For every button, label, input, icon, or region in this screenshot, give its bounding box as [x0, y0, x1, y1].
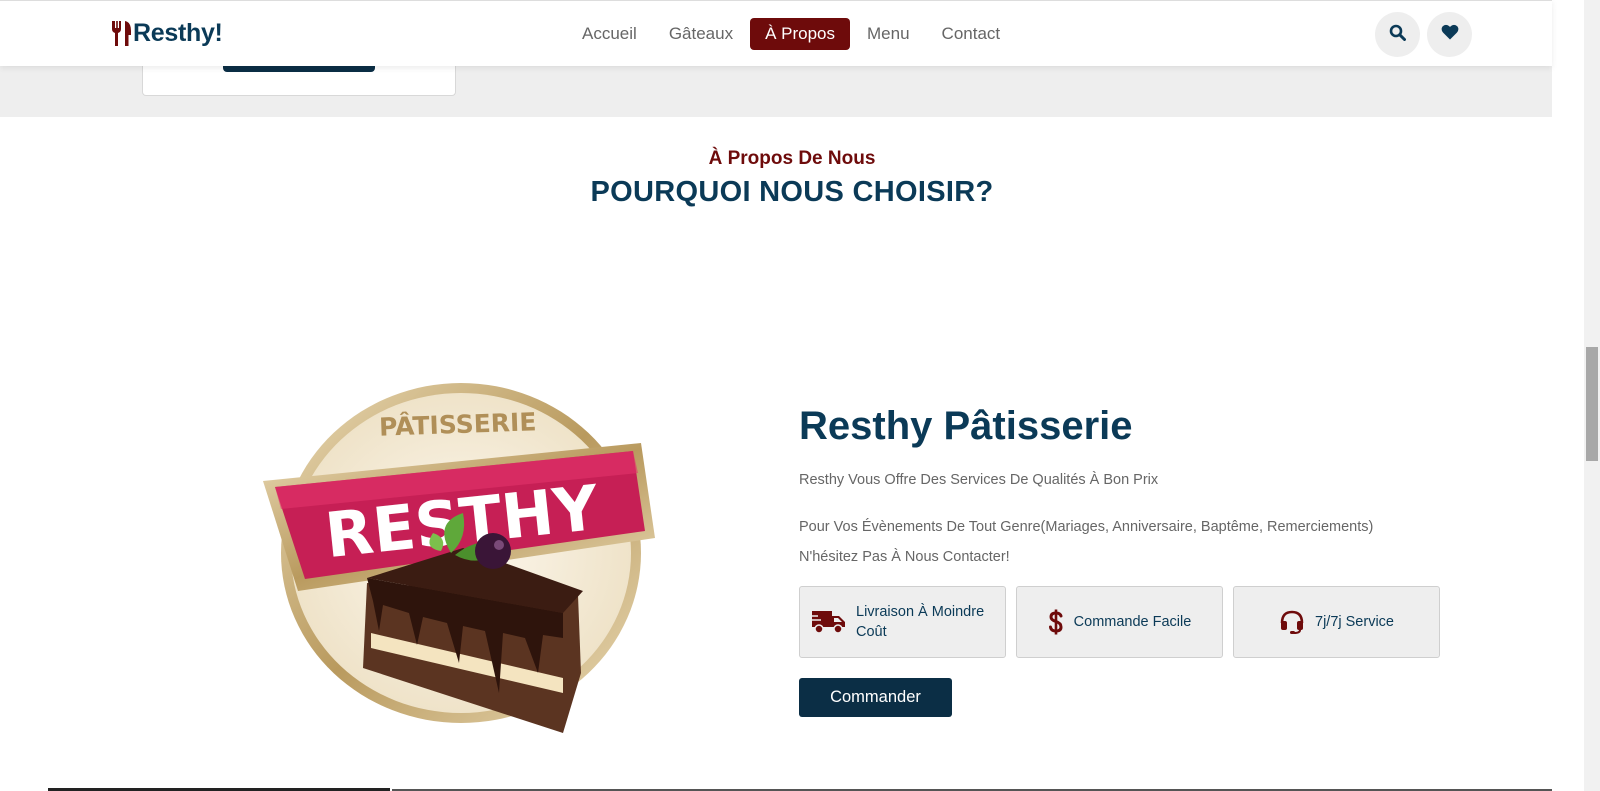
nav-item-accueil[interactable]: Accueil: [574, 18, 652, 50]
patisserie-logo-image: PÂTISSERIE RESTHY: [263, 373, 658, 733]
about-paragraph-2-line-1: Pour Vos Évènements De Tout Genre(Mariag…: [799, 519, 1374, 535]
order-button[interactable]: Commander: [799, 678, 952, 717]
feature-easy-order: Commande Facile: [1016, 586, 1223, 658]
about-title: Resthy Pâtisserie: [799, 404, 1133, 448]
heart-icon: [1441, 24, 1459, 45]
feature-delivery: Livraison À Moindre Coût: [799, 586, 1006, 658]
nav-item-menu[interactable]: Menu: [852, 18, 925, 50]
about-paragraph-2-line-2: N'hésitez Pas À Nous Contacter!: [799, 549, 1010, 565]
nav-item-contact[interactable]: Contact: [927, 18, 1016, 50]
logo-text-patisserie: PÂTISSERIE: [379, 407, 537, 441]
about-paragraph-2: Pour Vos Évènements De Tout Genre(Mariag…: [799, 512, 1419, 572]
main-nav: Accueil Gâteaux À Propos Menu Contact: [574, 18, 1017, 50]
page-scrollbar[interactable]: [1584, 0, 1600, 791]
feature-service: 7j/7j Service: [1233, 586, 1440, 658]
headset-icon: [1279, 609, 1305, 635]
section-subtitle: À Propos De Nous: [708, 148, 876, 169]
dollar-icon: [1048, 609, 1064, 635]
nav-item-a-propos[interactable]: À Propos: [750, 18, 851, 50]
search-button[interactable]: [1375, 12, 1420, 57]
feature-label: Livraison À Moindre Coût: [856, 604, 985, 640]
favorites-button[interactable]: [1427, 12, 1472, 57]
brand-name: Resthy!: [133, 19, 223, 47]
nav-item-gateaux[interactable]: Gâteaux: [654, 18, 748, 50]
about-paragraph-1: Resthy Vous Offre Des Services De Qualit…: [799, 472, 1159, 488]
section-title: POURQUOI NOUS CHOISIR?: [590, 176, 994, 208]
feature-label: Commande Facile: [1073, 614, 1192, 630]
truck-icon: [812, 609, 846, 635]
feature-label: 7j/7j Service: [1315, 614, 1394, 630]
features-list: Livraison À Moindre Coût Commande Facile…: [799, 586, 1450, 658]
scrollbar-thumb[interactable]: [1586, 347, 1598, 461]
search-icon: [1389, 24, 1406, 46]
site-header: Resthy! Accueil Gâteaux À Propos Menu Co…: [0, 0, 1552, 66]
utensils-icon: [110, 20, 132, 47]
brand-logo[interactable]: Resthy!: [110, 19, 223, 48]
